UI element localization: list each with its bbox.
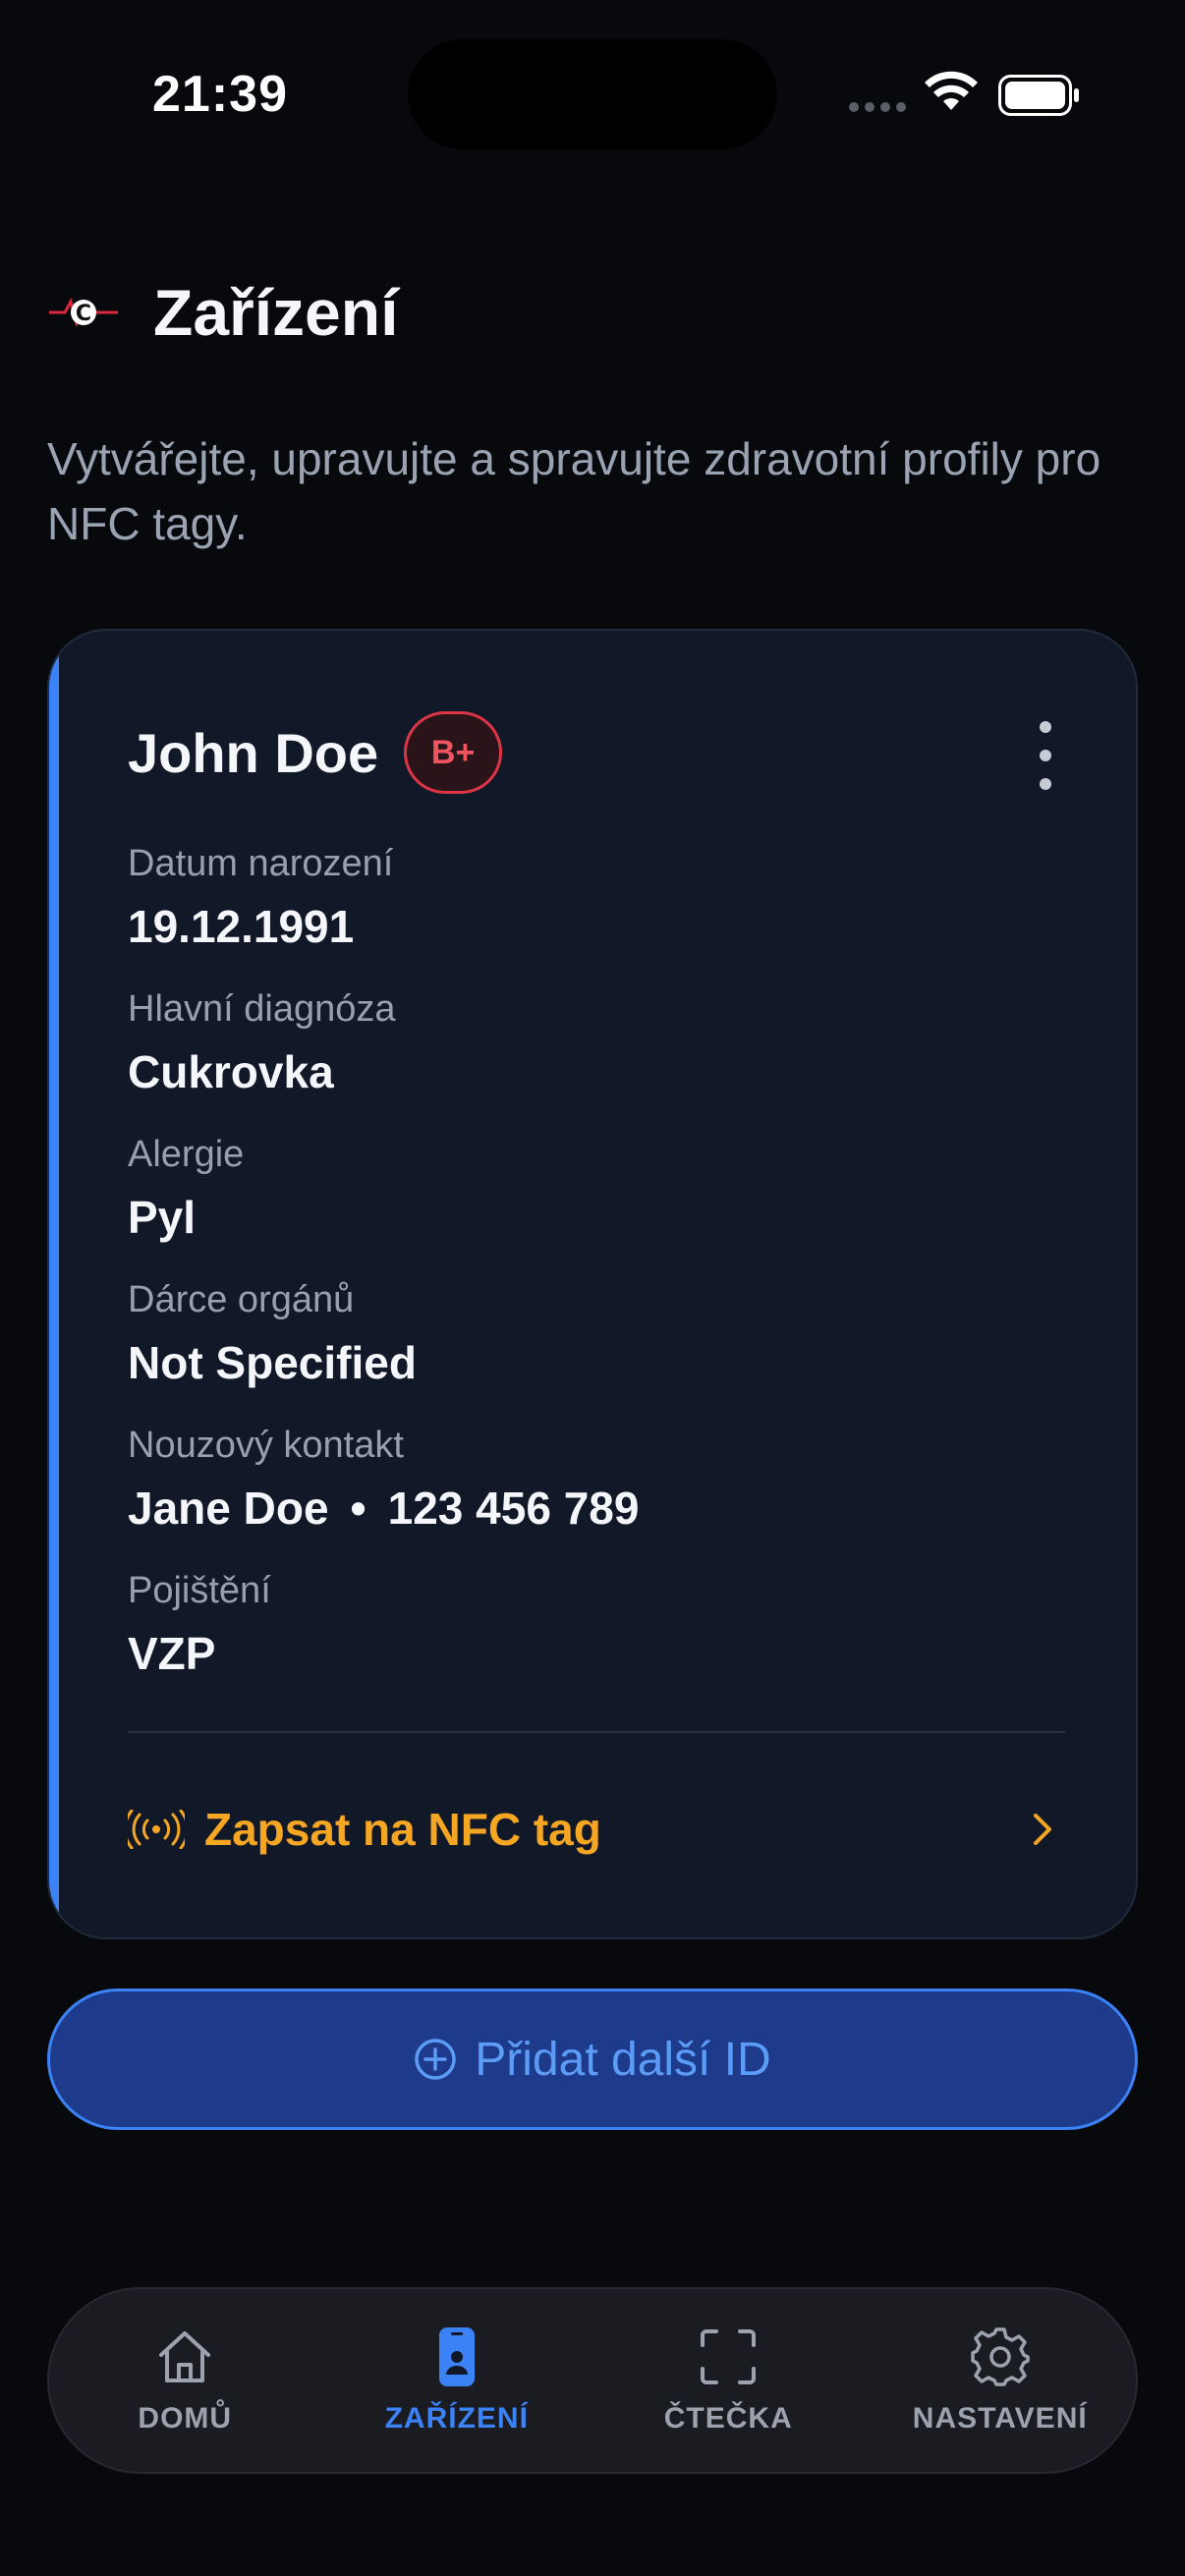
add-id-label: Přidat další ID	[475, 2033, 771, 2086]
nav-item-devices[interactable]: ZAŘÍZENÍ	[329, 2325, 585, 2436]
nfc-broadcast-icon	[128, 1810, 185, 1849]
profile-card[interactable]: John Doe B+ Datum narození 19.12.1991 Hl…	[47, 629, 1138, 1939]
bottom-navigation: DOMŮ ZAŘÍZENÍ ČTEČKA NASTAVENÍ	[47, 2287, 1138, 2474]
field-label: Datum narození	[128, 843, 394, 884]
field-label: Hlavní diagnóza	[128, 988, 396, 1030]
nav-label: NASTAVENÍ	[912, 2402, 1088, 2435]
card-divider	[128, 1731, 1065, 1733]
nav-item-home[interactable]: DOMŮ	[57, 2325, 312, 2436]
field-birth-date: Datum narození 19.12.1991	[128, 839, 393, 957]
field-emergency-contact: Nouzový kontakt Jane Doe • 123 456 789	[128, 1421, 639, 1539]
field-label: Nouzový kontakt	[128, 1425, 404, 1466]
svg-text:C: C	[76, 302, 91, 326]
dot-icon	[1040, 721, 1051, 733]
add-id-button[interactable]: Přidat další ID	[47, 1988, 1138, 2130]
contact-phone: 123 456 789	[387, 1483, 640, 1534]
nav-label: ČTEČKA	[663, 2402, 793, 2435]
nav-label: DOMŮ	[138, 2402, 233, 2435]
page-header: C Zařízení	[47, 275, 398, 350]
dot-icon	[1040, 778, 1051, 790]
field-value: Not Specified	[128, 1337, 417, 1388]
field-value: Jane Doe • 123 456 789	[128, 1478, 639, 1539]
field-label: Pojištění	[128, 1570, 271, 1611]
cellular-signal-icon	[849, 102, 906, 112]
nav-label: ZAŘÍZENÍ	[384, 2402, 529, 2435]
wifi-icon	[925, 71, 978, 110]
app-logo-icon: C	[49, 298, 118, 327]
scan-icon	[701, 2329, 757, 2384]
chevron-right-icon	[1034, 1814, 1051, 1845]
more-options-button[interactable]	[1026, 721, 1065, 790]
contact-name: Jane Doe	[128, 1483, 329, 1534]
status-bar: 21:39	[0, 0, 1185, 177]
phone-id-icon	[438, 2327, 475, 2386]
gear-icon	[971, 2327, 1030, 2386]
field-value: Pyl	[128, 1192, 197, 1243]
dynamic-island	[408, 39, 777, 149]
field-diagnosis: Hlavní diagnóza Cukrovka	[128, 984, 396, 1102]
page-title: Zařízení	[153, 276, 399, 349]
blood-type-badge: B+	[404, 711, 503, 794]
field-organ-donor: Dárce orgánů Not Specified	[128, 1275, 417, 1393]
field-value: VZP	[128, 1628, 216, 1679]
separator-dot: •	[350, 1483, 367, 1534]
write-nfc-tag-label: Zapsat na NFC tag	[204, 1804, 601, 1855]
plus-circle-icon	[415, 2039, 457, 2080]
status-time: 21:39	[152, 66, 288, 123]
profile-name: John Doe	[128, 721, 379, 784]
nav-item-settings[interactable]: NASTAVENÍ	[873, 2325, 1128, 2436]
field-value: 19.12.1991	[128, 901, 355, 952]
write-nfc-tag-button[interactable]: Zapsat na NFC tag	[128, 1790, 1065, 1869]
field-label: Dárce orgánů	[128, 1279, 355, 1320]
home-icon	[159, 2331, 211, 2382]
nav-item-reader[interactable]: ČTEČKA	[600, 2325, 856, 2436]
field-insurance: Pojištění VZP	[128, 1566, 271, 1684]
field-allergies: Alergie Pyl	[128, 1130, 244, 1248]
field-value: Cukrovka	[128, 1046, 334, 1097]
page-subtitle: Vytvářejte, upravujte a spravujte zdravo…	[47, 433, 1101, 549]
card-accent-bar	[49, 631, 59, 1937]
battery-icon	[998, 75, 1079, 116]
field-label: Alergie	[128, 1134, 245, 1175]
card-header: John Doe B+	[128, 711, 503, 794]
dot-icon	[1040, 750, 1051, 761]
